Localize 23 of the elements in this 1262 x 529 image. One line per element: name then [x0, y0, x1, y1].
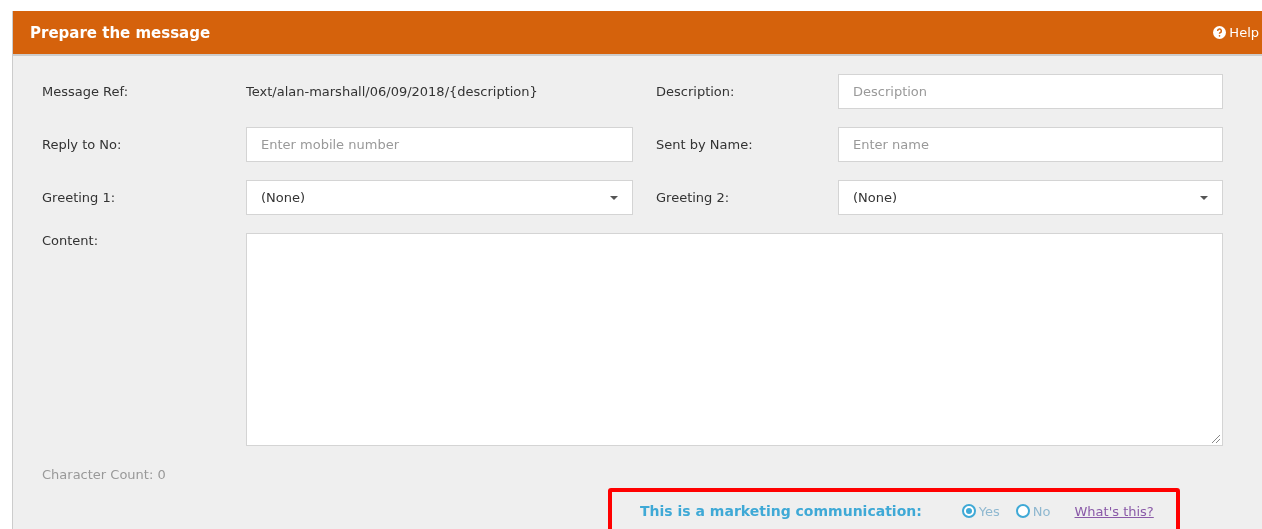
- content-textarea[interactable]: [246, 233, 1223, 446]
- caret-icon: [610, 195, 618, 200]
- dropdown[interactable]: (None): [838, 180, 1223, 215]
- help-link[interactable]: Help: [1213, 25, 1259, 40]
- marketing-label: This is a marketing communication:: [640, 503, 922, 519]
- dropdown[interactable]: (None): [246, 180, 633, 215]
- whats-this-link[interactable]: What's this?: [1074, 503, 1154, 519]
- field-label: Content:: [42, 233, 100, 248]
- resize-grip-icon: [1211, 434, 1220, 443]
- help-icon: [1213, 26, 1227, 39]
- field-label: Greeting 1:: [42, 190, 117, 205]
- field-label: Reply to No:: [42, 137, 123, 152]
- field-label: Message Ref:: [42, 84, 130, 99]
- input-field[interactable]: Enter mobile number: [246, 127, 633, 162]
- panel-title: Prepare the message: [30, 23, 211, 42]
- field-label: Greeting 2:: [655, 190, 731, 205]
- character-count: Character Count: 0: [42, 467, 167, 482]
- message-ref-value: Text/alan-marshall/06/09/2018/{description}: [246, 84, 539, 99]
- field-label: Description:: [655, 84, 736, 99]
- field-label: Sent by Name:: [655, 137, 754, 152]
- input-field[interactable]: Enter name: [838, 127, 1223, 162]
- caret-icon: [1200, 195, 1208, 200]
- input-field[interactable]: Description: [838, 74, 1223, 109]
